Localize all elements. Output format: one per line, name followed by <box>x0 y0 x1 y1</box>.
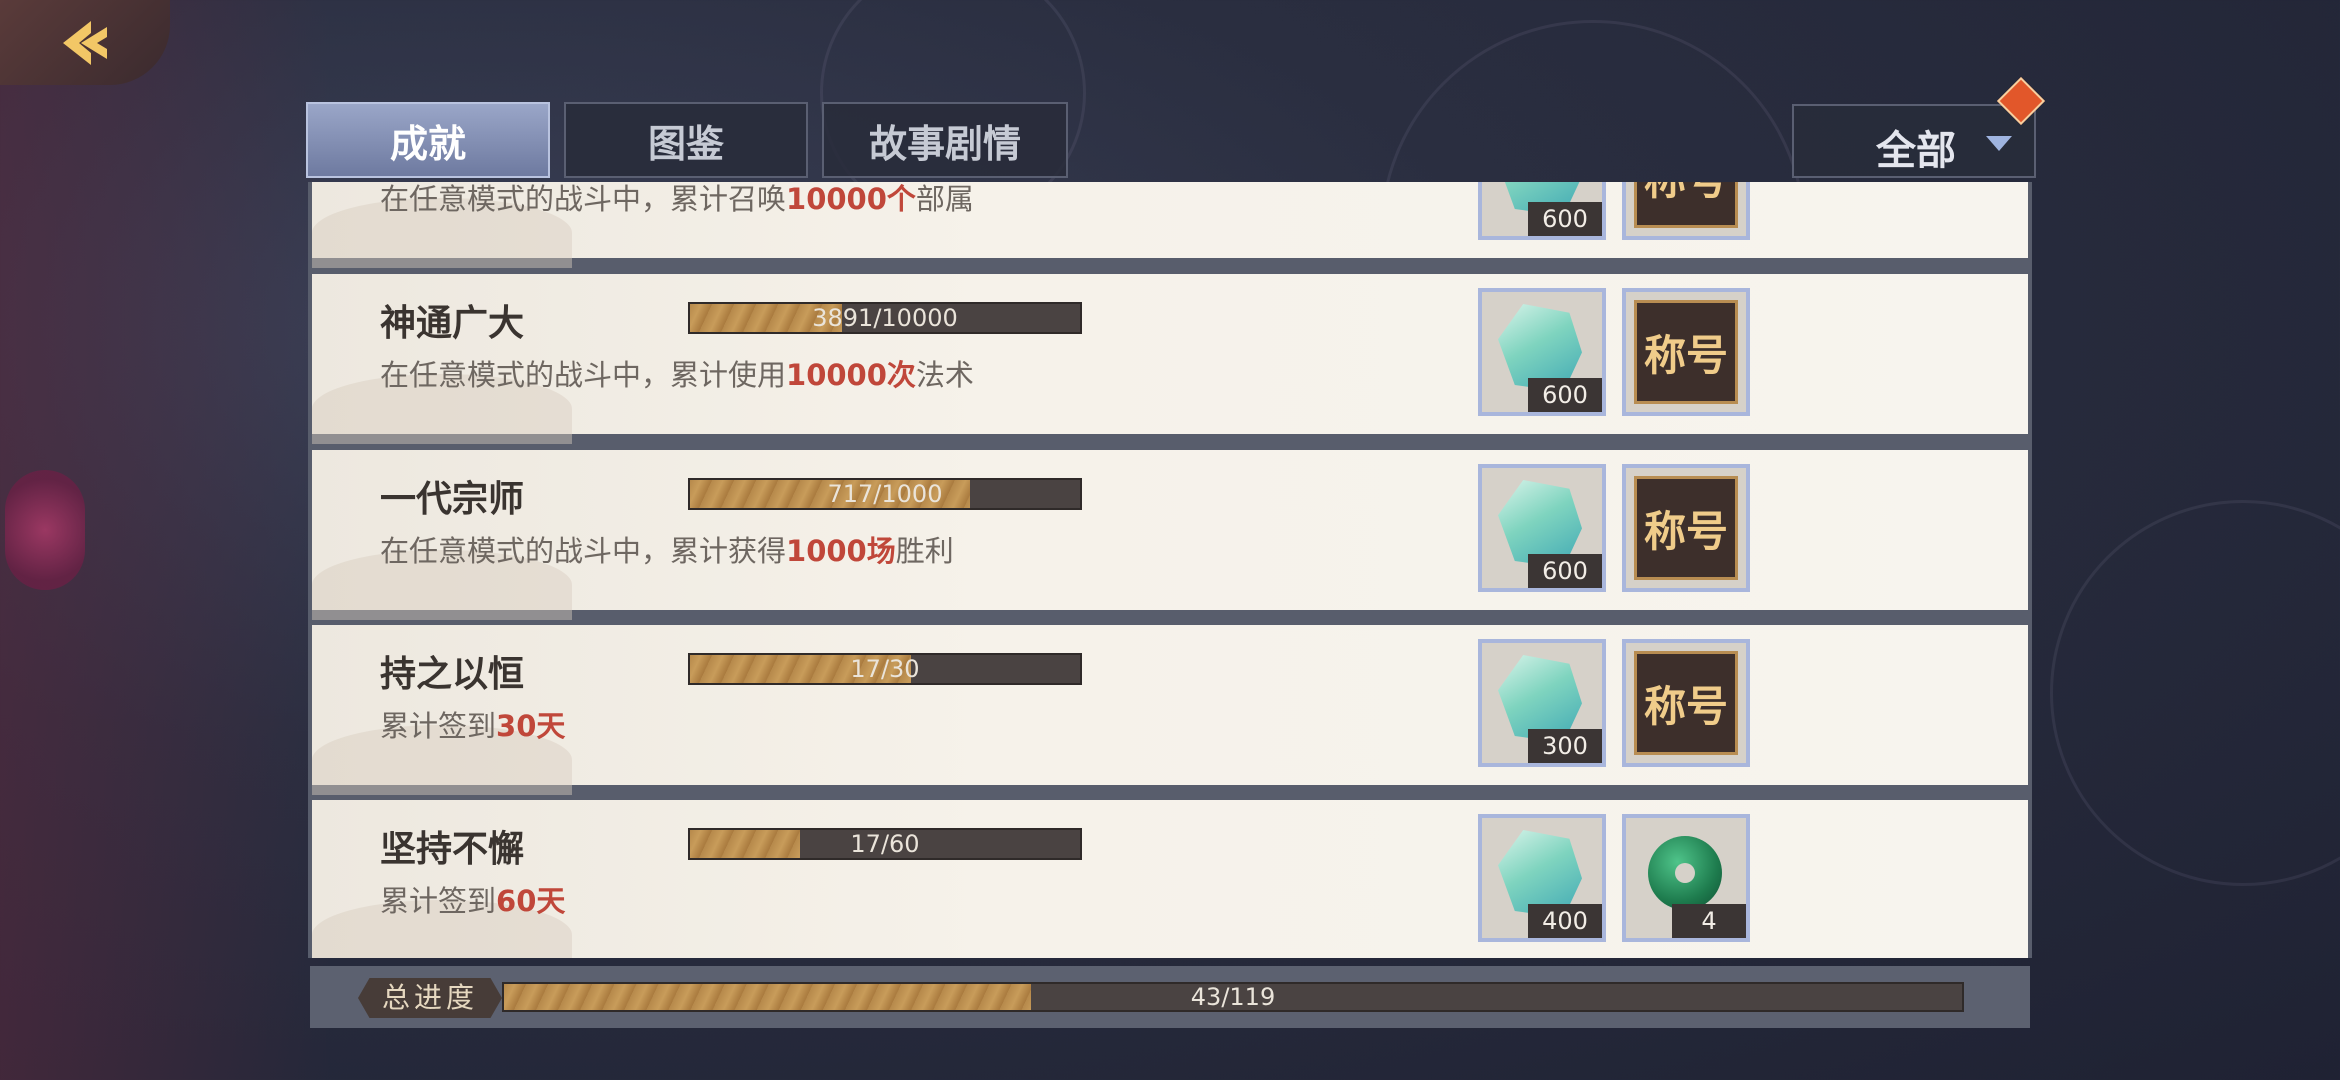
tab-label: 故事剧情 <box>868 121 1021 166</box>
reward-quantity: 600 <box>1528 202 1602 236</box>
achievement-card: 在任意模式的战斗中，累计召唤10000个部属 600 称号 <box>312 182 2028 268</box>
progress-text: 17/30 <box>850 655 920 683</box>
title-badge-icon: 称号 <box>1634 476 1738 580</box>
achievement-card: 一代宗师 在任意模式的战斗中，累计获得1000场胜利 717/1000 600 … <box>312 450 2028 620</box>
reward-item-jade[interactable]: 400 <box>1478 814 1606 942</box>
filter-selected-value: 全部 <box>1876 128 1956 174</box>
progress-text: 717/1000 <box>827 480 943 508</box>
achievement-card: 持之以恒 累计签到30天 17/30 300 称号 <box>312 625 2028 795</box>
mask-decoration <box>5 470 85 590</box>
achievement-card: 坚持不懈 累计签到60天 17/60 400 4 <box>312 800 2028 958</box>
chevron-down-icon <box>1986 136 2012 151</box>
tab-achievements[interactable]: 成就 <box>306 102 550 178</box>
reward-item-jade[interactable]: 600 <box>1478 182 1606 240</box>
reward-item-jade[interactable]: 600 <box>1478 288 1606 416</box>
reward-item-pendant[interactable]: 4 <box>1622 814 1750 942</box>
title-badge-icon: 称号 <box>1634 182 1738 228</box>
achievement-progress-bar: 17/30 <box>688 653 1082 685</box>
reward-quantity: 600 <box>1528 378 1602 412</box>
reward-item-title[interactable]: 称号 <box>1622 288 1750 416</box>
achievement-title: 一代宗师 <box>380 479 525 520</box>
reward-item-jade[interactable]: 300 <box>1478 639 1606 767</box>
tab-label: 图鉴 <box>647 121 724 166</box>
achievement-list[interactable]: 在任意模式的战斗中，累计召唤10000个部属 600 称号 神通广大 在任意模式… <box>308 182 2032 958</box>
back-arrow-icon <box>63 20 107 65</box>
reward-item-jade[interactable]: 600 <box>1478 464 1606 592</box>
achievement-title: 持之以恒 <box>380 654 525 695</box>
filter-dropdown[interactable]: 全部 <box>1792 104 2036 178</box>
achievement-card: 神通广大 在任意模式的战斗中，累计使用10000次法术 3891/10000 6… <box>312 274 2028 444</box>
total-progress-section: 总进度 43/119 <box>310 966 2030 1028</box>
tab-collection[interactable]: 图鉴 <box>564 102 808 178</box>
achievement-progress-bar: 3891/10000 <box>688 302 1082 334</box>
reward-item-title[interactable]: 称号 <box>1622 464 1750 592</box>
progress-text: 43/119 <box>1190 983 1276 1011</box>
reward-quantity: 4 <box>1672 904 1746 938</box>
background-swirl <box>2050 500 2340 886</box>
achievement-title: 坚持不懈 <box>380 829 525 870</box>
jade-pendant-icon <box>1648 836 1722 910</box>
reward-quantity: 600 <box>1528 554 1602 588</box>
achievement-description: 在任意模式的战斗中，累计使用10000次法术 <box>380 358 974 392</box>
progress-text: 17/60 <box>850 830 920 858</box>
achievement-description: 累计签到60天 <box>380 884 566 918</box>
tab-label: 成就 <box>389 121 466 166</box>
total-progress-bar: 43/119 <box>502 982 1964 1012</box>
achievement-progress-bar: 17/60 <box>688 828 1082 860</box>
title-badge-icon: 称号 <box>1634 651 1738 755</box>
tab-story[interactable]: 故事剧情 <box>822 102 1068 178</box>
achievement-description: 在任意模式的战斗中，累计获得1000场胜利 <box>380 534 954 568</box>
title-badge-icon: 称号 <box>1634 300 1738 404</box>
progress-text: 3891/10000 <box>812 304 958 332</box>
reward-item-title[interactable]: 称号 <box>1622 639 1750 767</box>
reward-item-title[interactable]: 称号 <box>1622 182 1750 240</box>
reward-quantity: 300 <box>1528 729 1602 763</box>
achievement-description: 累计签到30天 <box>380 709 566 743</box>
total-progress-label: 总进度 <box>358 978 502 1018</box>
achievement-progress-bar: 717/1000 <box>688 478 1082 510</box>
achievement-description: 在任意模式的战斗中，累计召唤10000个部属 <box>380 182 974 216</box>
achievement-title: 神通广大 <box>380 303 525 344</box>
reward-quantity: 400 <box>1528 904 1602 938</box>
back-button[interactable] <box>0 0 170 85</box>
